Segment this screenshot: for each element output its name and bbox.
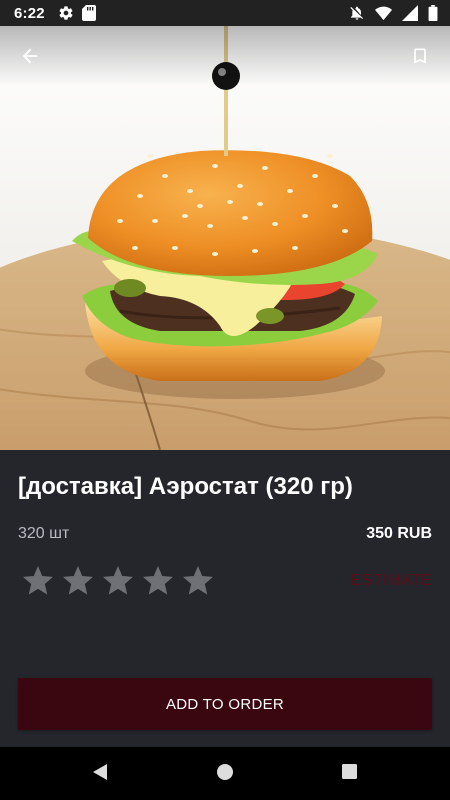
back-triangle-icon — [91, 763, 109, 786]
estimate-button[interactable]: ESTIMATE — [351, 572, 432, 590]
nav-back-button[interactable] — [87, 761, 113, 787]
star-icon[interactable] — [20, 563, 56, 599]
product-details: [доставка] Аэростат (320 гр) 320 шт 350 … — [0, 450, 450, 747]
product-quantity: 320 шт — [18, 525, 70, 542]
product-image — [0, 26, 450, 450]
home-circle-icon — [216, 763, 234, 786]
star-icon[interactable] — [100, 563, 136, 599]
status-time: 6:22 — [14, 5, 45, 22]
sd-card-icon — [82, 5, 96, 26]
star-icon[interactable] — [180, 563, 216, 599]
hero-top-shade — [0, 26, 450, 86]
nav-home-button[interactable] — [212, 761, 238, 787]
signal-icon — [402, 5, 418, 26]
back-arrow-icon — [19, 45, 41, 72]
navigation-bar — [0, 747, 450, 800]
status-bar: 6:22 — [0, 0, 450, 26]
battery-icon — [428, 5, 438, 26]
product-title: [доставка] Аэростат (320 гр) — [18, 473, 353, 500]
gear-icon — [58, 5, 74, 26]
bookmark-button[interactable] — [406, 44, 434, 72]
star-icon[interactable] — [140, 563, 176, 599]
nav-recents-button[interactable] — [336, 761, 362, 787]
burger-illustration — [0, 26, 450, 450]
star-icon[interactable] — [60, 563, 96, 599]
wifi-icon — [375, 5, 392, 26]
back-button[interactable] — [16, 44, 44, 72]
product-price: 350 RUB — [366, 525, 432, 542]
notifications-off-icon — [349, 5, 365, 26]
recents-square-icon — [341, 763, 358, 785]
rating-stars — [20, 563, 216, 599]
add-to-order-button[interactable]: ADD TO ORDER — [18, 678, 432, 730]
bookmark-icon — [410, 45, 430, 72]
